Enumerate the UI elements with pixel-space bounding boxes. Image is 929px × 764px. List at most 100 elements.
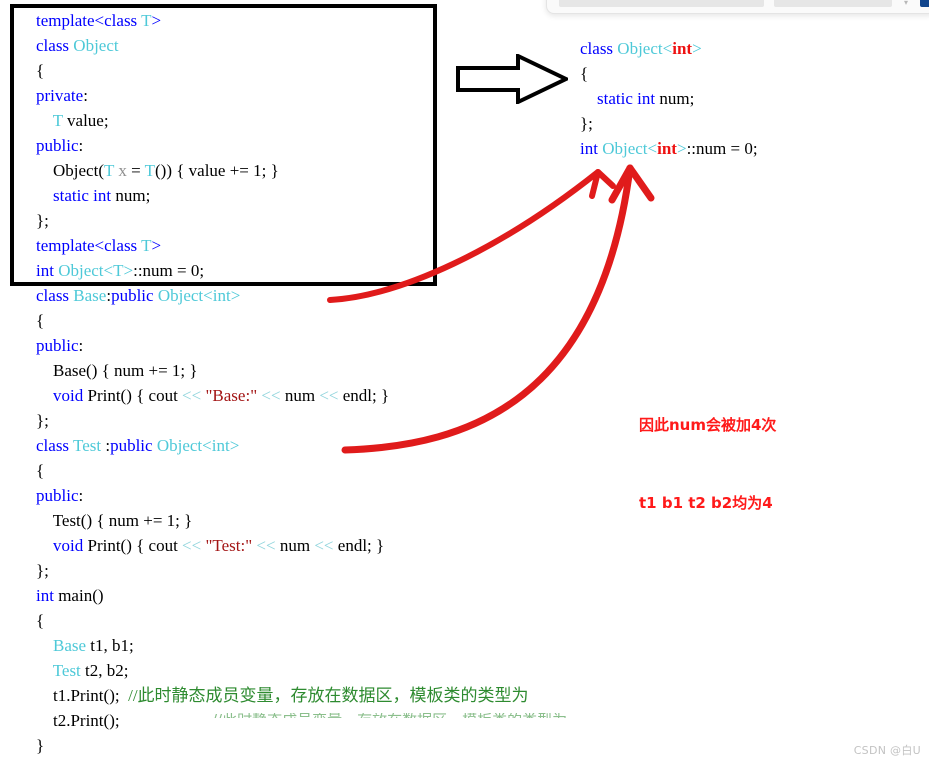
code-token: endl; } [338,386,390,405]
code-token: void [53,536,84,555]
code-line: int Object<int>::num = 0; [580,136,758,161]
code-line: int main() [36,583,529,608]
code-token: < [202,436,212,455]
code-line: Base() { num += 1; } [36,358,529,383]
code-token: : [83,86,88,105]
code-token: num; [655,89,695,108]
code-token: class [36,436,70,455]
code-token: > [692,39,702,58]
code-token: Base [53,636,87,655]
code-token: T [52,111,63,130]
code-token: "Test:" [205,536,253,555]
code-token: Object [156,436,203,455]
code-line: static int num; [36,183,529,208]
code-token: << [261,386,281,405]
toolbar-secondary-input[interactable] [774,0,892,7]
code-token: ::num = 0; [686,139,758,158]
code-line: class Object<int> [580,36,758,61]
code-token: x [118,161,127,180]
code-token: t1.Print(); [53,686,129,705]
code-token: = [126,161,145,180]
code-token: > [229,436,240,455]
code-token: class [104,11,138,30]
code-token: << [182,536,202,555]
code-line: { [580,61,758,86]
code-token: Object [617,39,663,58]
code-token: > [151,236,162,255]
code-token: < [662,39,673,58]
right-arrow-icon [456,54,568,104]
code-line: t1.Print(); //此时静态成员变量，存放在数据区，模板类的类型为 [36,683,529,708]
code-line: }; [36,408,529,433]
code-token: ::num = 0; [133,261,205,280]
code-line: Object(T x = T()) { value += 1; } [36,158,529,183]
toolbar-search-input[interactable] [559,0,764,7]
code-token: Object [73,36,119,55]
code-token: T [104,161,115,180]
code-token: int [212,286,231,305]
code-token: Object [602,139,648,158]
code-token: } [36,736,45,755]
code-line: }; [36,558,529,583]
code-line: static int num; [580,86,758,111]
code-line: template<class T> [36,8,529,33]
code-token: int [637,89,656,108]
code-token: : [101,436,111,455]
code-token: t1, b1; [86,636,134,655]
code-line: class Object [36,33,529,58]
code-token: public [111,286,154,305]
code-token: endl; } [333,536,385,555]
code-line: public: [36,133,529,158]
code-token: << [182,386,202,405]
toolbar-primary-button[interactable] [920,0,929,7]
code-token: static [53,186,89,205]
code-token: num [275,536,315,555]
code-token: : [78,336,84,355]
code-token: ()) { value += 1; } [155,161,279,180]
code-token: Object [58,261,104,280]
code-token: { [36,461,45,480]
code-line: Base t1, b1; [36,633,529,658]
code-line: Test() { num += 1; } [36,508,529,533]
code-line: { [36,608,529,633]
code-token: "Base:" [205,386,258,405]
code-token: < [203,286,213,305]
clipped-comment-line: //此时静态成员变量，存放在数据区，模板类的类型为 [212,713,912,727]
code-line: { [36,308,529,333]
csdn-watermark: CSDN @白U [853,744,921,757]
source-code-listing: template<class T> class Object{private: T… [36,8,529,758]
code-token: public [36,336,79,355]
code-line: public: [36,483,529,508]
code-line: T value; [36,108,529,133]
code-line: template<class T> [36,233,529,258]
red-annotation-note: 因此num会被加4次 t1 b1 t2 b2均为4 [639,360,776,542]
code-token: int [93,186,112,205]
code-token: class [36,36,70,55]
code-token: << [319,386,339,405]
chevron-down-icon[interactable]: ▾ [902,0,910,7]
code-token: { [36,61,45,80]
code-token: Test [52,661,81,680]
code-token: { [36,311,45,330]
code-token: value; [62,111,109,130]
code-token: }; [36,411,49,430]
code-token: num [280,386,320,405]
code-token: int [36,586,54,605]
code-token: < [647,139,658,158]
code-token: T [141,236,152,255]
code-token: t2, b2; [80,661,129,680]
code-token: int [211,436,230,455]
code-line: public: [36,333,529,358]
code-token: T [141,11,152,30]
instantiated-class-listing: class Object<int>{ static int num;}; int … [580,36,758,161]
code-token: int [657,139,677,158]
code-token: << [314,536,334,555]
code-token: { [36,611,45,630]
